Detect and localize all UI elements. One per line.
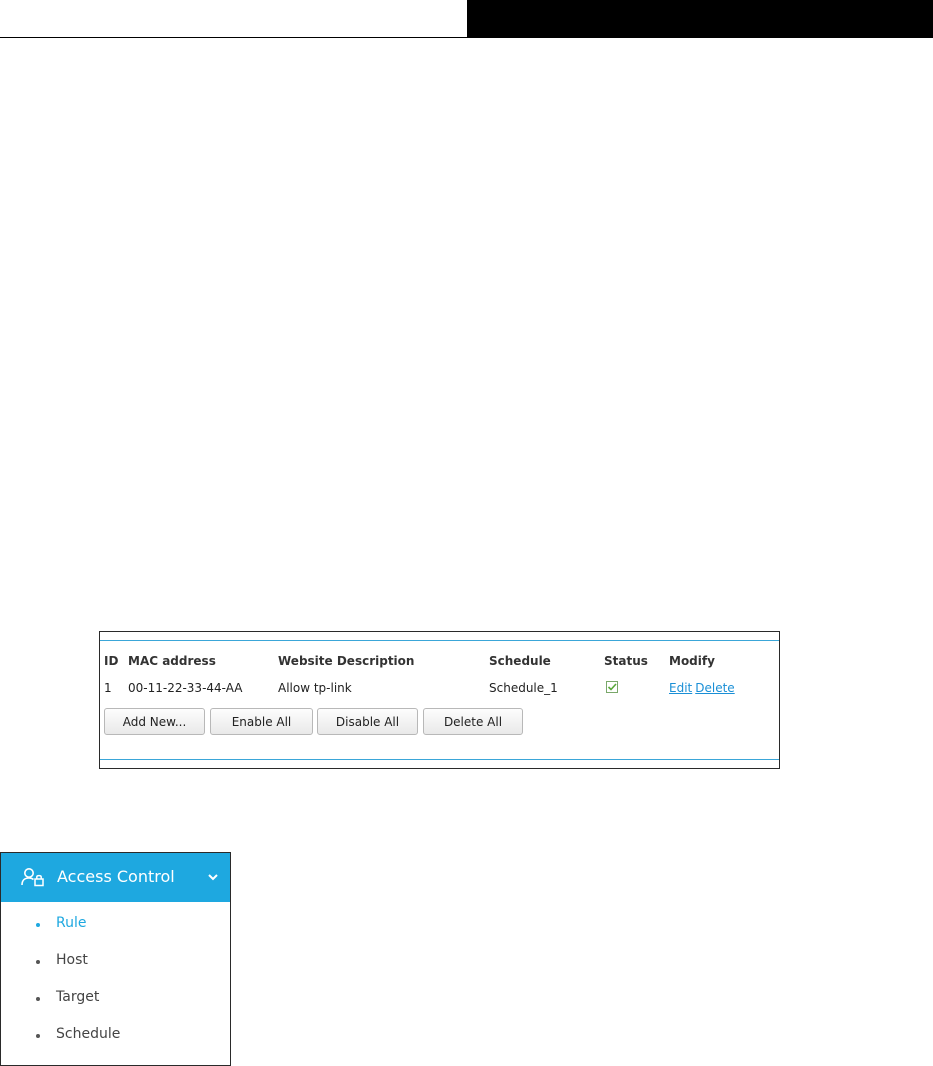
rule-list-panel: ID MAC address Website Description Sched… [99, 631, 780, 769]
row-id: 1 [104, 681, 112, 695]
menu-item-label: Schedule [56, 1026, 121, 1042]
menu-title: Access Control [57, 867, 175, 886]
col-header-schedule: Schedule [489, 654, 551, 668]
delete-link[interactable]: Delete [695, 681, 734, 695]
chevron-down-icon[interactable] [206, 870, 220, 884]
menu-item-label: Rule [56, 915, 87, 931]
header-bar [467, 0, 933, 38]
menu-item-label: Target [56, 989, 100, 1005]
delete-all-button[interactable]: Delete All [423, 708, 523, 735]
col-header-mac: MAC address [128, 654, 216, 668]
enable-all-button[interactable]: Enable All [210, 708, 313, 735]
add-new-button[interactable]: Add New... [104, 708, 205, 735]
menu-item-schedule[interactable]: Schedule [1, 1022, 230, 1052]
row-mac-address: 00-11-22-33-44-AA [128, 681, 243, 695]
menu-item-rule[interactable]: Rule [1, 911, 230, 941]
access-control-header[interactable]: Access Control [1, 853, 230, 902]
panel-top-divider [100, 640, 779, 641]
col-header-status: Status [604, 654, 648, 668]
user-lock-icon [21, 868, 44, 887]
col-header-description: Website Description [278, 654, 415, 668]
menu-item-label: Host [56, 952, 88, 968]
col-header-modify: Modify [669, 654, 715, 668]
status-checkbox-icon[interactable] [606, 681, 618, 693]
menu-item-host[interactable]: Host [1, 948, 230, 978]
document-header [0, 0, 933, 38]
row-schedule: Schedule_1 [489, 681, 558, 695]
header-rule [0, 37, 467, 38]
bullet-icon [36, 960, 40, 964]
bullet-icon [36, 997, 40, 1001]
row-description: Allow tp-link [278, 681, 352, 695]
col-header-id: ID [104, 654, 119, 668]
bullet-icon [36, 923, 40, 927]
row-modify: Edit Delete [669, 681, 735, 695]
access-control-menu: Access Control Rule Host Target Schedule [0, 852, 231, 1066]
edit-link[interactable]: Edit [669, 681, 692, 695]
menu-item-target[interactable]: Target [1, 985, 230, 1015]
panel-bottom-divider [100, 759, 779, 760]
disable-all-button[interactable]: Disable All [317, 708, 418, 735]
bullet-icon [36, 1034, 40, 1038]
